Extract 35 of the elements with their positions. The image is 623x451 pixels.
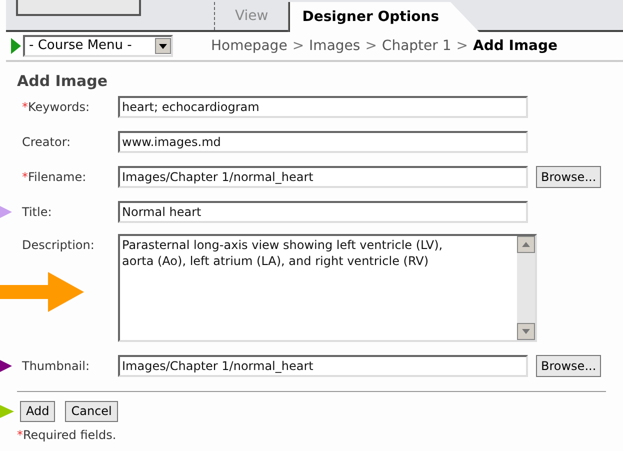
panel-button[interactable]: [16, 0, 141, 16]
field-label: Creator:: [22, 134, 71, 148]
scroll-up-button[interactable]: [517, 236, 535, 252]
caret-down-icon: [522, 328, 530, 334]
breadcrumb-separator: >: [292, 36, 304, 56]
breadcrumb-link[interactable]: Chapter 1: [382, 36, 452, 56]
text-field[interactable]: Images/Chapter 1/normal_heart: [118, 166, 528, 188]
field-label: *Keywords:: [22, 100, 90, 114]
field-label: Thumbnail:: [22, 358, 90, 372]
breadcrumb-separator: >: [365, 36, 377, 56]
field-label: Title:: [22, 204, 52, 218]
field-label: *Filename:: [22, 170, 86, 184]
form-button[interactable]: Add: [20, 400, 56, 422]
field-label: Description:: [22, 238, 94, 252]
text-field[interactable]: www.images.md: [118, 130, 528, 152]
breadcrumb-link[interactable]: Homepage: [211, 36, 288, 56]
breadcrumb-separator: >: [456, 36, 468, 56]
breadcrumb-current: Add Image: [473, 36, 558, 56]
form-button[interactable]: Cancel: [65, 400, 118, 422]
browse-button[interactable]: Browse...: [536, 166, 602, 188]
text-field[interactable]: Normal heart: [118, 200, 528, 222]
tab[interactable]: Designer Options: [288, 2, 480, 32]
course-menu-dropdown[interactable]: - Course Menu -: [23, 35, 173, 57]
caret-icon: [155, 38, 171, 54]
caret-up-icon: [522, 242, 530, 246]
scroll-down-button[interactable]: [517, 322, 535, 340]
play-icon: [11, 38, 21, 54]
form-title: Add Image: [17, 71, 109, 92]
required-note: *Required fields.: [17, 428, 116, 442]
breadcrumb-link[interactable]: Images: [309, 36, 360, 56]
description-textarea[interactable]: Parasternal long-axis view showing left ventricle (LV), aorta (Ao), left atrium (LA), and right ventricle (RV): [118, 234, 537, 342]
scrollbar[interactable]: [517, 236, 535, 340]
text-field[interactable]: heart; echocardiogram: [118, 96, 528, 118]
text-field[interactable]: Images/Chapter 1/normal_heart: [118, 354, 528, 376]
browse-button[interactable]: Browse...: [536, 354, 602, 376]
